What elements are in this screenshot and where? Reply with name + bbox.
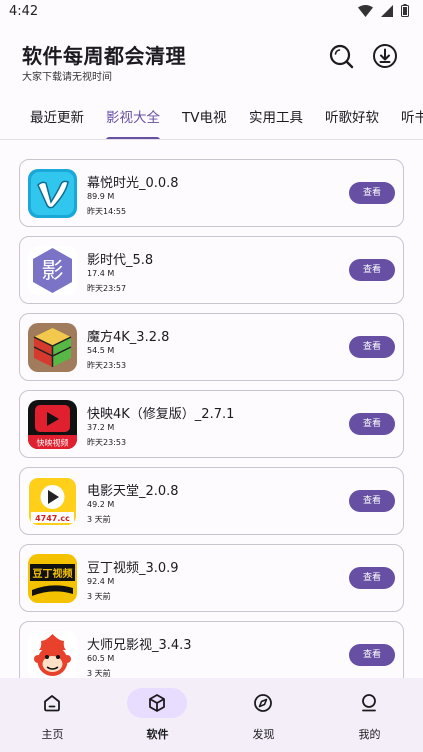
app-date: 昨天23:53 <box>87 361 127 370</box>
page-subtitle: 大家下载请无视时间 <box>22 72 112 83</box>
app-size: 37.2 M <box>87 423 115 432</box>
app-date: 昨天23:57 <box>87 284 127 293</box>
app-date: 3 天前 <box>87 592 111 601</box>
list-item[interactable]: 快映视频 快映4K（修复版）_2.7.1 37.2 M 昨天23:53 查看 <box>19 390 404 458</box>
tab-tv[interactable]: TV电视 <box>182 98 226 139</box>
nav-home[interactable]: 主页 <box>0 678 105 752</box>
status-time: 4:42 <box>9 4 39 19</box>
tab-movies[interactable]: 影视大全 <box>106 98 160 139</box>
ying-hexagon-icon: 影 <box>28 246 77 295</box>
home-icon <box>44 695 60 712</box>
nav-discover-label: 发现 <box>252 728 275 741</box>
nav-software[interactable]: 软件 <box>105 678 210 752</box>
app-header: 软件每周都会清理 大家下载请无视时间 <box>0 26 423 96</box>
view-button[interactable]: 查看 <box>349 490 395 512</box>
tab-music[interactable]: 听歌好软 <box>325 98 379 139</box>
download-icon <box>373 44 397 68</box>
list-item[interactable]: 豆丁视频 豆丁视频_3.0.9 92.4 M 3 天前 查看 <box>19 544 404 612</box>
nav-discover[interactable]: 发现 <box>211 678 316 752</box>
view-button[interactable]: 查看 <box>349 567 395 589</box>
box-icon <box>149 694 165 712</box>
app-name: 影时代_5.8 <box>87 253 154 268</box>
view-button[interactable]: 查看 <box>349 644 395 666</box>
kuaiying-play-icon: 快映视频 <box>28 400 77 449</box>
battery-icon <box>401 4 409 17</box>
view-button[interactable]: 查看 <box>349 182 395 204</box>
app-size: 54.5 M <box>87 346 115 355</box>
app-date: 昨天23:53 <box>87 438 127 447</box>
app-size: 49.2 M <box>87 500 115 509</box>
list-item[interactable]: 4747.cc 电影天堂_2.0.8 49.2 M 3 天前 查看 <box>19 467 404 535</box>
tab-latest[interactable]: 最近更新 <box>30 98 84 139</box>
app-size: 89.9 M <box>87 192 115 201</box>
search-icon <box>329 44 354 69</box>
app-size: 17.4 M <box>87 269 115 278</box>
wifi-icon <box>358 4 373 17</box>
status-bar: 4:42 <box>0 0 423 26</box>
svg-text:快映视频: 快映视频 <box>37 438 69 448</box>
cube-icon <box>28 323 77 372</box>
app-name: 大师兄影视_3.4.3 <box>87 638 192 653</box>
app-name: 快映4K（修复版）_2.7.1 <box>87 407 235 422</box>
svg-text:影: 影 <box>41 259 63 284</box>
app-name: 电影天堂_2.0.8 <box>87 484 179 499</box>
list-item[interactable]: 大师兄影视_3.4.3 60.5 M 3 天前 查看 <box>19 621 404 678</box>
category-tabs: 最近更新 影视大全 TV电视 实用工具 听歌好软 听书 <box>0 98 423 140</box>
search-button[interactable] <box>327 42 355 70</box>
view-button[interactable]: 查看 <box>349 336 395 358</box>
svg-text:4747.cc: 4747.cc <box>35 514 70 523</box>
view-button[interactable]: 查看 <box>349 259 395 281</box>
list-item[interactable]: 幕悦时光_0.0.8 89.9 M 昨天14:55 查看 <box>19 159 404 227</box>
app-name: 豆丁视频_3.0.9 <box>87 561 179 576</box>
download-button[interactable] <box>371 42 399 70</box>
app-date: 3 天前 <box>87 515 111 524</box>
tab-tools[interactable]: 实用工具 <box>249 98 303 139</box>
app-size: 60.5 M <box>87 654 115 663</box>
list-item[interactable]: 魔方4K_3.2.8 54.5 M 昨天23:53 查看 <box>19 313 404 381</box>
compass-icon <box>254 694 272 712</box>
app-size: 92.4 M <box>87 577 115 586</box>
profile-icon <box>362 694 376 712</box>
app-name: 魔方4K_3.2.8 <box>87 330 170 345</box>
nav-mine[interactable]: 我的 <box>317 678 422 752</box>
signal-icon <box>381 4 393 17</box>
app-date: 3 天前 <box>87 669 111 678</box>
nav-mine-label: 我的 <box>358 728 381 741</box>
nav-software-label: 软件 <box>146 728 169 741</box>
app-date: 昨天14:55 <box>87 207 127 216</box>
app-list: 幕悦时光_0.0.8 89.9 M 昨天14:55 查看 影 影时代_5.8 1… <box>0 141 423 678</box>
douding-icon: 豆丁视频 <box>28 554 77 603</box>
app-name: 幕悦时光_0.0.8 <box>87 176 179 191</box>
vimeo-v-icon <box>28 169 77 218</box>
svg-text:豆丁视频: 豆丁视频 <box>33 567 73 580</box>
film-heaven-icon: 4747.cc <box>28 477 77 526</box>
list-item[interactable]: 影 影时代_5.8 17.4 M 昨天23:57 查看 <box>19 236 404 304</box>
monkey-icon <box>28 631 77 678</box>
view-button[interactable]: 查看 <box>349 413 395 435</box>
bottom-nav: 主页 软件 发现 我的 <box>0 678 423 752</box>
tab-audiobooks[interactable]: 听书 <box>401 98 423 139</box>
nav-home-label: 主页 <box>41 728 64 741</box>
page-title: 软件每周都会清理 <box>22 44 186 68</box>
